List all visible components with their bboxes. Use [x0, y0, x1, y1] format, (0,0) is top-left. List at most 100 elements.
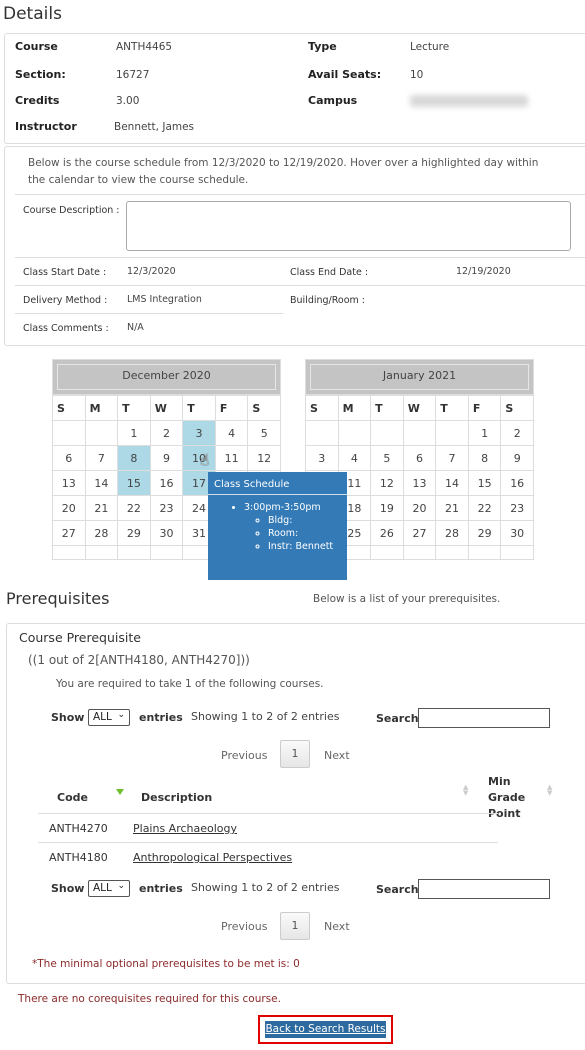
- show-entries-select[interactable]: ALL ⌄: [88, 709, 130, 726]
- calendar-empty-cell: [84, 420, 119, 446]
- divider: [15, 194, 585, 195]
- show-entries-select-bottom[interactable]: ALL ⌄: [88, 880, 130, 897]
- calendar-empty-cell: [500, 545, 534, 560]
- previous-page-button[interactable]: Previous: [221, 749, 268, 762]
- row-1-code: ANTH4270: [49, 822, 108, 835]
- course-description-field[interactable]: [126, 201, 571, 251]
- delivery-method-value: LMS Integration: [127, 294, 202, 305]
- show-entries-value: ALL: [93, 711, 112, 723]
- calendar-day: 21: [84, 495, 119, 521]
- sort-desc-icon[interactable]: [116, 789, 124, 795]
- calendar-day: 8: [467, 445, 502, 471]
- weekday-header: S: [52, 395, 86, 421]
- prerequisite-rule: ((1 out of 2[ANTH4180, ANTH4270])): [28, 653, 250, 667]
- weekday-header: W: [149, 395, 184, 421]
- calendar-day: 7: [84, 445, 119, 471]
- credits-value: 3.00: [116, 95, 140, 107]
- row-1-description-link[interactable]: Plains Archaeology: [133, 822, 237, 835]
- column-header-code[interactable]: Code: [57, 791, 88, 804]
- hand-cursor-icon: ☝: [200, 451, 210, 469]
- calendar-day: 27: [402, 520, 437, 546]
- page-1-button-bottom[interactable]: 1: [280, 912, 310, 940]
- calendar-day: 13: [52, 470, 86, 496]
- weekday-header: M: [84, 395, 119, 421]
- calendar-day-highlighted[interactable]: 15: [117, 470, 151, 496]
- calendar-empty-cell: [467, 545, 502, 560]
- calendar-day: 12: [247, 445, 281, 471]
- calendar-day: 14: [435, 470, 469, 496]
- table-header-divider: [38, 813, 498, 814]
- search-input-bottom[interactable]: [418, 879, 550, 899]
- prerequisites-heading: Prerequisites: [6, 589, 110, 608]
- sort-icon[interactable]: ▲ ▼: [463, 784, 468, 797]
- class-end-date-label: Class End Date :: [290, 267, 369, 278]
- row-2-description-link[interactable]: Anthropological Perspectives: [133, 851, 292, 864]
- entries-label: entries: [139, 882, 183, 895]
- delivery-method-label: Delivery Method :: [23, 295, 108, 306]
- calendar-day: 2: [500, 420, 534, 446]
- calendar-day-highlighted[interactable]: 3: [182, 420, 216, 446]
- calendar-weekday-row: SMTWTFS: [305, 395, 534, 421]
- course-label: Course: [15, 40, 58, 53]
- showing-info: Showing 1 to 2 of 2 entries: [191, 710, 340, 723]
- sort-icon[interactable]: ▲ ▼: [547, 784, 552, 797]
- chevron-down-icon: ⌄: [117, 881, 125, 891]
- weekday-header: T: [182, 395, 216, 421]
- calendar-day: 9: [149, 445, 184, 471]
- calendar-day: 13: [402, 470, 437, 496]
- calendar-day: 20: [402, 495, 437, 521]
- calendar-december-header: December 2020: [52, 359, 281, 395]
- calendar-empty-cell: [84, 545, 119, 560]
- next-page-button-bottom[interactable]: Next: [324, 920, 350, 933]
- calendar-week-row: 3456789: [305, 445, 534, 471]
- calendar-day: 21: [435, 495, 469, 521]
- building-room-label: Building/Room :: [290, 295, 366, 306]
- page-1-button[interactable]: 1: [280, 740, 310, 768]
- course-description-label: Course Description :: [23, 205, 120, 216]
- class-comments-value: N/A: [127, 322, 144, 333]
- search-label: Search: [376, 712, 419, 725]
- back-button-focus-outline: Back to Search Results: [258, 1015, 393, 1044]
- avail-seats-value: 10: [410, 69, 424, 81]
- search-label: Search: [376, 883, 419, 896]
- table-row-divider: [38, 842, 498, 843]
- column-header-description[interactable]: Description: [141, 791, 212, 804]
- calendar-empty-cell: [402, 420, 437, 446]
- calendar-day: 19: [370, 495, 404, 521]
- weekday-header: W: [402, 395, 437, 421]
- previous-page-button-bottom[interactable]: Previous: [221, 920, 268, 933]
- weekday-header: T: [370, 395, 404, 421]
- calendar-day: 5: [370, 445, 404, 471]
- calendar-day: 6: [52, 445, 86, 471]
- calendar-day: 9: [500, 445, 534, 471]
- calendar-empty-cell: [52, 420, 86, 446]
- calendar-day: 26: [370, 520, 404, 546]
- section-label: Section:: [15, 68, 66, 81]
- calendar-week-row: 12: [305, 420, 534, 446]
- next-page-button[interactable]: Next: [324, 749, 350, 762]
- calendar-day: 3: [305, 445, 339, 471]
- calendar-day: 1: [467, 420, 502, 446]
- back-to-search-results-button[interactable]: Back to Search Results: [265, 1021, 386, 1038]
- calendar-empty-cell: [370, 420, 404, 446]
- required-text: You are required to take 1 of the follow…: [56, 678, 324, 690]
- calendar-day-highlighted[interactable]: 8: [117, 445, 151, 471]
- calendar-empty-cell: [305, 420, 339, 446]
- calendar-january-header: January 2021: [305, 359, 534, 395]
- calendar-day: 4: [337, 445, 372, 471]
- weekday-header: T: [117, 395, 151, 421]
- calendar-day: 12: [370, 470, 404, 496]
- showing-info: Showing 1 to 2 of 2 entries: [191, 881, 340, 894]
- weekday-header: S: [247, 395, 281, 421]
- tooltip-title: Class Schedule: [208, 472, 347, 495]
- calendar-empty-cell: [402, 545, 437, 560]
- calendar-day: 4: [214, 420, 249, 446]
- calendar-january-title: January 2021: [310, 364, 529, 390]
- search-input[interactable]: [418, 708, 550, 728]
- column-header-min-grade-point[interactable]: Min Grade Point: [488, 774, 548, 822]
- calendar-day: 29: [117, 520, 151, 546]
- calendar-day: 7: [435, 445, 469, 471]
- weekday-header: S: [305, 395, 339, 421]
- schedule-intro: Below is the course schedule from 12/3/2…: [28, 157, 539, 186]
- calendar-day: 11: [214, 445, 249, 471]
